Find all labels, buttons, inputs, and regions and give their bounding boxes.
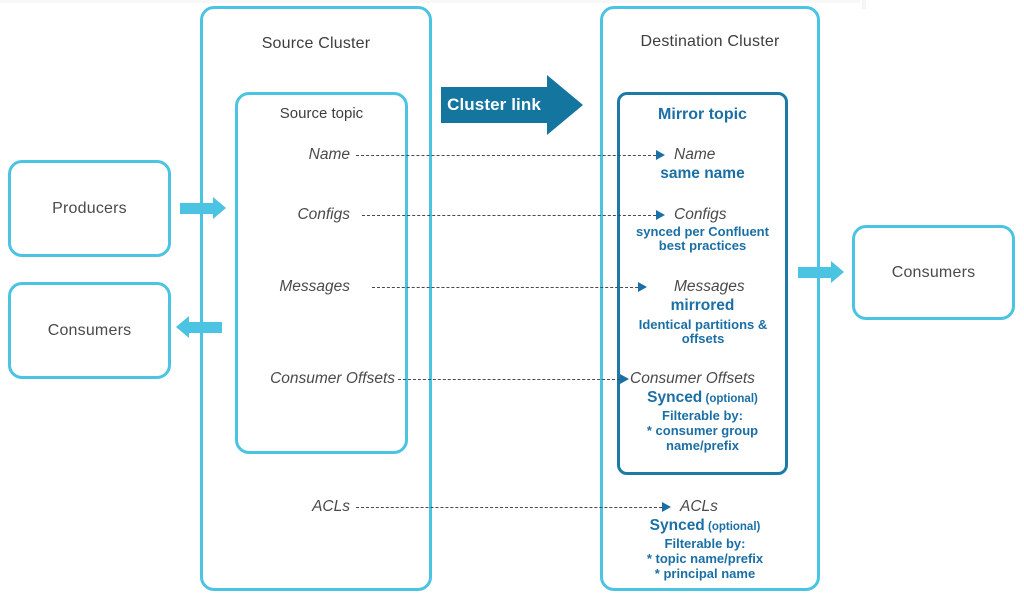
flow-arrow-destination-to-consumers: [798, 261, 844, 283]
flow-arrow-head-icon: [213, 197, 226, 219]
connector-configs: [362, 215, 656, 216]
cluster-link-shaft: Cluster link: [441, 87, 547, 123]
dest-note-acls-line3: * principal name: [654, 566, 756, 581]
dest-note-acls-headline: Synced (optional): [610, 517, 800, 535]
dest-attr-name: Name: [674, 146, 716, 163]
dest-note-messages-line1: Identical partitions &: [638, 317, 768, 332]
source-attr-acls: ACLs: [312, 498, 350, 515]
dest-note-offsets-headline: Synced (optional): [617, 389, 788, 407]
capture-artifact: [0, 0, 860, 3]
diagram-canvas: Source Cluster Source topic Name Configs…: [0, 0, 1024, 597]
flow-arrow-head-icon: [176, 316, 189, 338]
dest-attr-configs: Configs: [674, 206, 727, 223]
dest-note-offsets-line3: name/prefix: [666, 438, 739, 453]
connector-messages-arrow-icon: [638, 282, 647, 292]
flow-arrow-shaft: [798, 267, 831, 278]
dest-note-messages-line2: offsets: [681, 331, 725, 346]
dest-note-acls-optional: (optional): [707, 521, 761, 533]
consumers-left-label: Consumers: [47, 321, 132, 339]
dest-note-offsets-line1: Filterable by:: [662, 408, 743, 423]
dest-note-acls-line2: * topic name/prefix: [646, 551, 764, 566]
dest-note-acls-synced: Synced: [649, 517, 705, 534]
consumers-right-box[interactable]: Consumers: [852, 225, 1015, 320]
producers-label: Producers: [52, 199, 127, 217]
dest-note-offsets-synced: Synced: [647, 389, 703, 406]
dest-note-offsets-line2: * consumer group: [646, 423, 759, 438]
dest-attr-consumer-offsets: Consumer Offsets: [630, 370, 755, 387]
cluster-link-banner: Cluster link: [441, 75, 583, 135]
flow-arrow-head-icon: [831, 261, 844, 283]
connector-consumer-offsets-arrow-icon: [620, 374, 629, 384]
consumers-left-box[interactable]: Consumers: [8, 282, 171, 379]
connector-acls: [356, 507, 662, 508]
dest-attr-messages: Messages: [674, 278, 745, 295]
consumers-right-label: Consumers: [891, 263, 976, 281]
dest-note-configs-line1: synced per Confluent: [636, 224, 769, 239]
dest-note-offsets-optional: (optional): [705, 393, 758, 405]
flow-arrow-shaft: [180, 203, 213, 214]
flow-arrow-shaft: [189, 322, 222, 333]
source-topic-title: Source topic: [279, 105, 364, 122]
dest-attr-acls: ACLs: [680, 498, 718, 515]
dest-note-name: same name: [660, 165, 745, 182]
connector-messages: [372, 287, 638, 288]
dest-note-acls-line1: Filterable by:: [664, 536, 746, 551]
source-cluster-title: Source Cluster: [261, 35, 371, 52]
dest-note-configs-line2: best practices: [658, 238, 747, 253]
flow-arrow-producers-to-source: [180, 197, 226, 219]
capture-artifact: [862, 0, 866, 9]
mirror-topic-title: Mirror topic: [658, 106, 747, 123]
connector-configs-arrow-icon: [656, 210, 665, 220]
cluster-link-label: Cluster link: [447, 95, 541, 114]
flow-arrow-source-to-consumers: [176, 316, 222, 338]
producers-box[interactable]: Producers: [8, 160, 171, 257]
connector-consumer-offsets: [398, 379, 620, 380]
connector-name: [356, 155, 656, 156]
destination-cluster-title: Destination Cluster: [640, 33, 780, 50]
cluster-link-arrowhead-icon: [547, 75, 583, 135]
connector-acls-arrow-icon: [662, 502, 671, 512]
dest-note-messages-headline: mirrored: [670, 297, 735, 314]
connector-name-arrow-icon: [656, 150, 665, 160]
